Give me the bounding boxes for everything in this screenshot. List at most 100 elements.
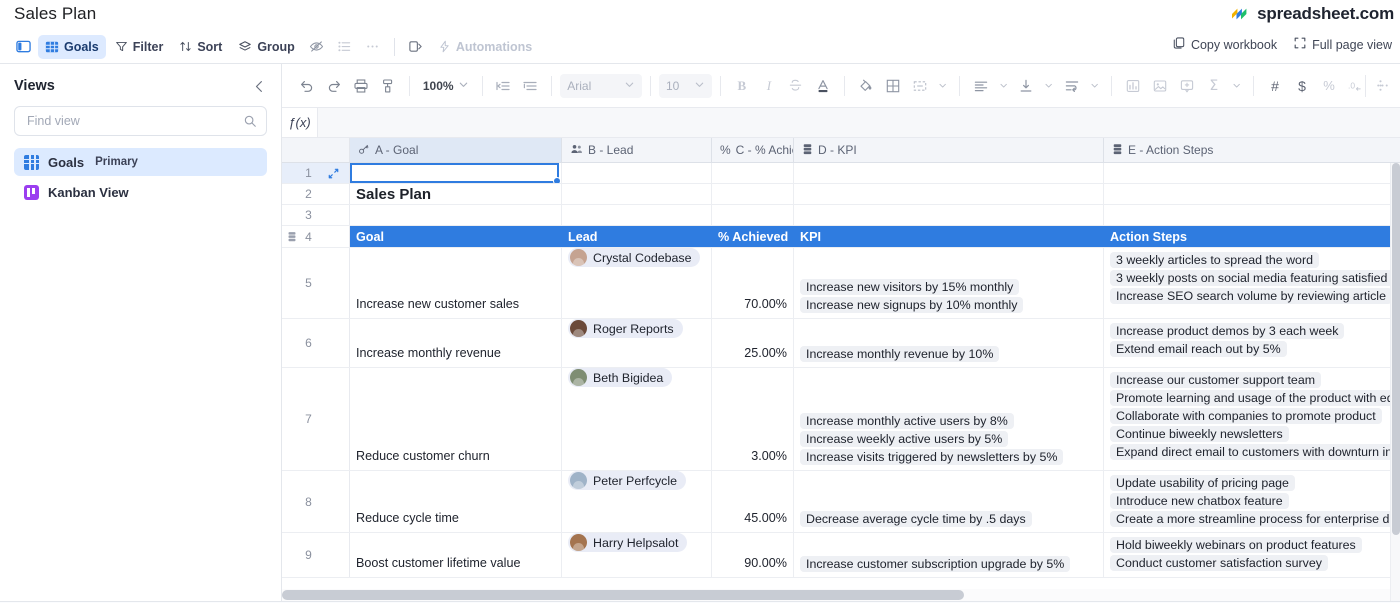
cell-a1[interactable] <box>350 163 562 183</box>
row-header-4[interactable]: 4 <box>282 226 350 247</box>
eye-off-icon[interactable] <box>304 34 330 60</box>
fx-icon[interactable]: ƒ(x) <box>282 108 318 137</box>
more-vertical-icon[interactable] <box>1367 73 1393 99</box>
grid-row-4[interactable]: 4 Goal Lead % Achieved KPI Action Steps <box>282 226 1400 248</box>
cell-kpi[interactable]: Increase monthly active users by 8% Incr… <box>794 368 1104 470</box>
row-header-2[interactable]: 2 <box>282 184 350 204</box>
action-chip[interactable]: Hold biweekly webinars on product featur… <box>1110 537 1362 553</box>
indent-increase-icon[interactable] <box>517 73 543 99</box>
sidebar-item-goals[interactable]: Goals Primary <box>14 148 267 176</box>
kpi-chip[interactable]: Increase weekly active users by 5% <box>800 431 1008 447</box>
action-chip[interactable]: Promote learning and usage of the produc… <box>1110 390 1400 406</box>
cell-lead[interactable]: Beth Bigidea <box>562 368 712 470</box>
kpi-chip[interactable]: Increase monthly revenue by 10% <box>800 346 999 362</box>
automations-button[interactable]: Automations <box>431 35 539 59</box>
action-chip[interactable]: Increase SEO search volume by reviewing … <box>1110 288 1392 304</box>
strikethrough-icon[interactable] <box>783 73 809 99</box>
row-header-8[interactable]: 8 <box>282 471 350 532</box>
kpi-chip[interactable]: Increase visits triggered by newsletters… <box>800 449 1063 465</box>
row-header-1[interactable]: 1 <box>282 163 350 183</box>
sigma-icon[interactable]: Σ <box>1201 73 1227 99</box>
column-header-e[interactable]: E - Action Steps <box>1104 138 1400 162</box>
column-header-a[interactable]: A - Goal <box>350 138 562 162</box>
share-view-icon[interactable] <box>403 34 429 60</box>
action-chip[interactable]: 3 weekly posts on social media featuring… <box>1110 270 1393 286</box>
cell-c3[interactable] <box>712 205 794 225</box>
column-header-c[interactable]: % C - % Achie <box>712 138 794 162</box>
cell-lead[interactable]: Peter Perfcycle <box>562 471 712 532</box>
formula-input[interactable] <box>318 108 1400 137</box>
cell-goal[interactable]: Increase new customer sales <box>350 248 562 318</box>
cell-c1[interactable] <box>712 163 794 183</box>
cell-actions[interactable]: Update usability of pricing page Introdu… <box>1104 471 1400 532</box>
print-icon[interactable] <box>348 73 374 99</box>
wrap-text-icon[interactable] <box>1059 73 1085 99</box>
action-chip[interactable]: Extend email reach out by 5% <box>1110 341 1287 357</box>
view-tab-goals[interactable]: Goals <box>38 35 106 59</box>
person-chip[interactable]: Peter Perfcycle <box>568 471 686 490</box>
expand-record-icon[interactable] <box>328 168 339 179</box>
horizontal-align-icon[interactable] <box>968 73 994 99</box>
cell-kpi[interactable]: Increase monthly revenue by 10% <box>794 319 1104 367</box>
format-painter-icon[interactable] <box>375 73 401 99</box>
horizontal-scrollbar[interactable] <box>282 589 1390 601</box>
fill-color-icon[interactable] <box>853 73 879 99</box>
zoom-selector[interactable]: 100% <box>418 73 474 99</box>
horizontal-scrollbar-thumb[interactable] <box>282 590 964 600</box>
person-chip[interactable]: Beth Bigidea <box>568 368 672 387</box>
cell-a2[interactable]: Sales Plan <box>350 184 562 204</box>
merge-cells-icon[interactable] <box>907 73 933 99</box>
redo-icon[interactable] <box>321 73 347 99</box>
chevron-down-icon[interactable] <box>934 73 951 99</box>
cell-kpi[interactable]: Decrease average cycle time by .5 days <box>794 471 1104 532</box>
table-row[interactable]: 5 Increase new customer sales Crystal Co… <box>282 248 1400 319</box>
cell-c2[interactable] <box>712 184 794 204</box>
action-chip[interactable]: Continue biweekly newsletters <box>1110 426 1289 442</box>
text-color-icon[interactable] <box>810 73 836 99</box>
cell-d1[interactable] <box>794 163 1104 183</box>
full-page-view-button[interactable]: Full page view <box>1293 36 1392 53</box>
person-chip[interactable]: Crystal Codebase <box>568 248 700 267</box>
cell-actions[interactable]: Increase our customer support team Promo… <box>1104 368 1400 470</box>
cell-actions[interactable]: 3 weekly articles to spread the word 3 w… <box>1104 248 1400 318</box>
row-header-9[interactable]: 9 <box>282 533 350 577</box>
cell-goal[interactable]: Reduce cycle time <box>350 471 562 532</box>
row-height-icon[interactable] <box>332 34 358 60</box>
brand[interactable]: spreadsheet.com <box>1231 4 1394 24</box>
kpi-chip[interactable]: Increase customer subscription upgrade b… <box>800 556 1070 572</box>
table-row[interactable]: 9 Boost customer lifetime value Harry He… <box>282 533 1400 578</box>
number-format-icon[interactable]: # <box>1262 73 1288 99</box>
kpi-chip[interactable]: Increase new signups by 10% monthly <box>800 297 1023 313</box>
cell-pct[interactable]: 45.00% <box>712 471 794 532</box>
action-chip[interactable]: Increase product demos by 3 each week <box>1110 323 1344 339</box>
action-chip[interactable]: Create a more streamline process for ent… <box>1110 511 1395 527</box>
indent-decrease-icon[interactable] <box>490 73 516 99</box>
cell-d3[interactable] <box>794 205 1104 225</box>
table-row[interactable]: 7 Reduce customer churn Beth Bigidea 3.0… <box>282 368 1400 471</box>
action-chip[interactable]: Increase our customer support team <box>1110 372 1321 388</box>
filter-button[interactable]: Filter <box>108 35 171 59</box>
percent-icon[interactable]: % <box>1316 73 1342 99</box>
borders-icon[interactable] <box>880 73 906 99</box>
cell-goal[interactable]: Boost customer lifetime value <box>350 533 562 577</box>
row-header-5[interactable]: 5 <box>282 248 350 318</box>
row-header-7[interactable]: 7 <box>282 368 350 470</box>
cell-actions[interactable]: Increase product demos by 3 each week Ex… <box>1104 319 1400 367</box>
search-input[interactable] <box>25 113 256 129</box>
action-chip[interactable]: Expand direct email to customers with do… <box>1110 444 1398 460</box>
cell-e1[interactable] <box>1104 163 1400 183</box>
copy-workbook-button[interactable]: Copy workbook <box>1172 36 1277 53</box>
vertical-align-icon[interactable] <box>1013 73 1039 99</box>
chevron-down-icon[interactable] <box>1228 73 1245 99</box>
kpi-chip[interactable]: Increase new visitors by 15% monthly <box>800 279 1019 295</box>
grid-row-1[interactable]: 1 <box>282 163 1400 184</box>
action-chip[interactable]: 3 weekly articles to spread the word <box>1110 252 1319 268</box>
action-chip[interactable]: Collaborate with companies to promote pr… <box>1110 408 1382 424</box>
cell-goal[interactable]: Reduce customer churn <box>350 368 562 470</box>
image-icon[interactable] <box>1147 73 1173 99</box>
kpi-chip[interactable]: Decrease average cycle time by .5 days <box>800 511 1032 527</box>
sidebar-item-kanban-view[interactable]: Kanban View <box>14 178 267 206</box>
cell-e3[interactable] <box>1104 205 1400 225</box>
bold-icon[interactable]: B <box>729 73 755 99</box>
cell-b2[interactable] <box>562 184 712 204</box>
